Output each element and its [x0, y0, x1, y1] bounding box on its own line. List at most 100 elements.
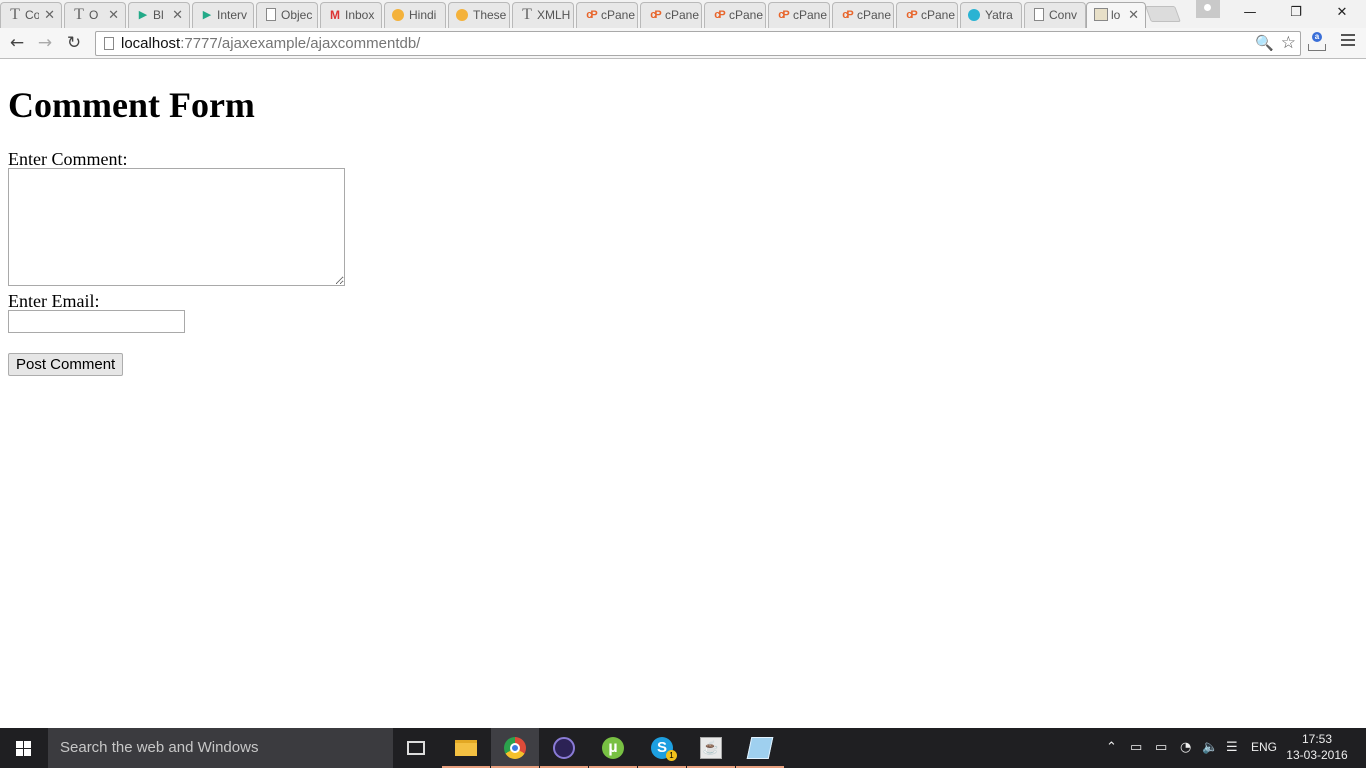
menu-icon[interactable]	[1341, 34, 1355, 48]
volume-icon[interactable]: 🔈	[1202, 740, 1218, 756]
skype-badge: 1	[666, 750, 677, 761]
tab-title: cPane	[729, 8, 763, 22]
tab-title: Inbox	[345, 8, 375, 22]
browser-tab[interactable]: M Inbox	[320, 2, 382, 28]
skype-taskbar-button[interactable]: S1	[638, 728, 686, 768]
network-adapter-icon[interactable]: ▭	[1130, 740, 1142, 756]
restore-button[interactable]: ❐	[1273, 0, 1319, 28]
task-view-button[interactable]	[392, 728, 440, 768]
notepad-taskbar-button[interactable]	[736, 728, 784, 768]
url-text[interactable]: localhost:7777/ajaxexample/ajaxcommentdb…	[121, 35, 420, 52]
clock-date: 13-03-2016	[1286, 748, 1348, 762]
reload-button[interactable]: ↻	[62, 32, 86, 54]
start-button[interactable]	[0, 728, 48, 768]
tab-title: O	[89, 8, 99, 22]
file-explorer-button[interactable]	[442, 728, 490, 768]
cpanel-icon: cP	[586, 9, 597, 21]
font-t-icon: T	[74, 6, 84, 23]
java-icon: ☕	[700, 737, 722, 759]
tab-title: cPane	[857, 8, 891, 22]
tab-title: Bl	[153, 8, 164, 22]
notepad-icon	[746, 737, 774, 759]
browser-tab[interactable]: cP cPane	[768, 2, 830, 28]
window-close-button[interactable]: ✕	[1319, 0, 1365, 28]
address-bar[interactable]: localhost:7777/ajaxexample/ajaxcommentdb…	[95, 31, 1301, 56]
orange-dot-icon	[392, 9, 404, 21]
tab-title: Interv	[217, 8, 248, 22]
font-t-icon: T	[522, 6, 532, 23]
browser-tab[interactable]: lo ✕	[1086, 2, 1146, 28]
tab-title: Co	[25, 8, 39, 22]
browser-tab[interactable]: Conv	[1024, 2, 1086, 28]
tab-title: These	[473, 8, 507, 22]
show-hidden-icons-button[interactable]: ⌃	[1106, 740, 1117, 756]
play-icon: ▶	[138, 9, 148, 21]
wifi-icon[interactable]: ◔	[1180, 740, 1191, 756]
url-path: :7777/ajaxexample/ajaxcommentdb/	[180, 35, 421, 52]
taskbar-search-box[interactable]: Search the web and Windows	[48, 728, 393, 768]
url-host: localhost	[121, 35, 181, 52]
taskbar: Search the web and Windows µ S1 ☕ ⌃ ▭ ▭ …	[0, 728, 1366, 768]
gmail-icon: M	[330, 8, 340, 22]
utorrent-taskbar-button[interactable]: µ	[589, 728, 637, 768]
browser-tab[interactable]: cP cPane	[576, 2, 638, 28]
language-indicator[interactable]: ENG	[1251, 740, 1277, 754]
tab-close-icon[interactable]: ✕	[108, 7, 119, 23]
browser-tab[interactable]: cP cPane	[640, 2, 702, 28]
minimize-button[interactable]: —	[1227, 0, 1273, 28]
browser-tab[interactable]: These	[448, 2, 510, 28]
back-button[interactable]: ←	[5, 32, 29, 54]
browser-tab[interactable]: Objec	[256, 2, 318, 28]
chrome-taskbar-button[interactable]	[491, 728, 539, 768]
chrome-icon	[504, 737, 526, 759]
document-icon	[266, 8, 276, 21]
orange-dot-icon	[456, 9, 468, 21]
browser-tab[interactable]: cP cPane	[704, 2, 766, 28]
cpanel-icon: cP	[842, 9, 853, 21]
email-field[interactable]	[8, 310, 185, 333]
browser-toolbar: ← → ↻ localhost:7777/ajaxexample/ajaxcom…	[0, 28, 1366, 59]
page-title: Comment Form	[8, 85, 255, 125]
new-tab-button[interactable]	[1145, 6, 1181, 22]
profile-icon[interactable]	[1196, 0, 1220, 18]
action-center-icon[interactable]: ☰	[1226, 740, 1238, 756]
tab-title: cPane	[921, 8, 955, 22]
post-comment-button[interactable]: Post Comment	[8, 353, 124, 376]
comment-textarea[interactable]	[8, 168, 345, 286]
extension-badge: a	[1312, 32, 1322, 42]
tab-title: Objec	[281, 8, 313, 22]
page-content: Comment Form Enter Comment: Enter Email:…	[0, 60, 1366, 728]
browser-tab[interactable]: Hindi	[384, 2, 446, 28]
browser-tab[interactable]: T Co ✕	[0, 2, 62, 28]
tab-close-icon[interactable]: ✕	[1128, 7, 1139, 23]
tab-close-icon[interactable]: ✕	[172, 7, 183, 23]
system-clock[interactable]: 17:53 13-03-2016	[1286, 731, 1348, 763]
bookmark-star-icon[interactable]: ☆	[1281, 33, 1296, 53]
tab-title: Conv	[1049, 8, 1078, 22]
browser-tab[interactable]: T O ✕	[64, 2, 126, 28]
tab-title: Yatra	[985, 8, 1013, 22]
clock-time: 17:53	[1301, 732, 1333, 746]
zoom-icon[interactable]: 🔍	[1255, 34, 1274, 52]
browser-tab[interactable]: ▶ Interv	[192, 2, 254, 28]
browser-tab[interactable]: ▶ Bl ✕	[128, 2, 190, 28]
battery-icon[interactable]: ▭	[1155, 740, 1167, 756]
play-icon: ▶	[202, 9, 212, 21]
comment-label: Enter Comment:	[8, 149, 128, 169]
tab-close-icon[interactable]: ✕	[44, 7, 55, 23]
extension-icon[interactable]: a	[1307, 32, 1327, 52]
page-icon	[104, 37, 114, 50]
browser-tab[interactable]: T XMLH	[512, 2, 574, 28]
cpanel-icon: cP	[906, 9, 917, 21]
eclipse-taskbar-button[interactable]	[540, 728, 588, 768]
utorrent-icon: µ	[602, 737, 624, 759]
cpanel-icon: cP	[714, 9, 725, 21]
browser-tab[interactable]: Yatra	[960, 2, 1022, 28]
tab-title: lo	[1111, 8, 1121, 22]
forward-button[interactable]: →	[33, 32, 57, 54]
browser-tab[interactable]: cP cPane	[832, 2, 894, 28]
tab-title: Hindi	[409, 8, 437, 22]
browser-tab[interactable]: cP cPane	[896, 2, 958, 28]
folder-icon	[455, 740, 477, 756]
java-taskbar-button[interactable]: ☕	[687, 728, 735, 768]
